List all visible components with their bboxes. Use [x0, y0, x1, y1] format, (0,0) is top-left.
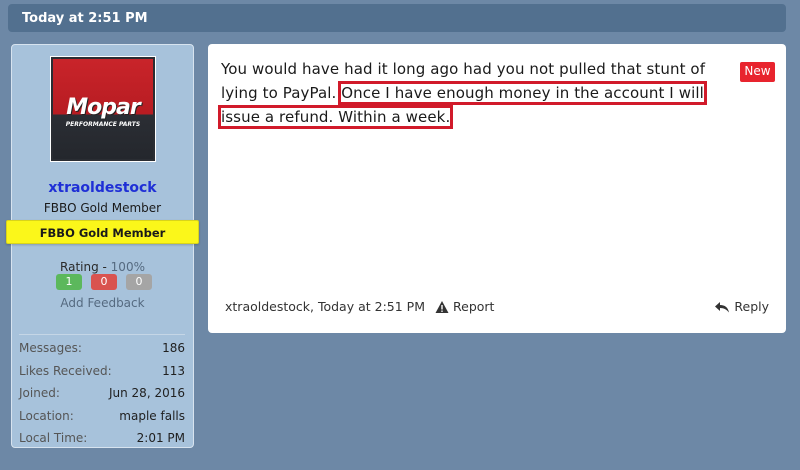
stat-key: Location:	[19, 408, 74, 423]
stat-value: 186	[162, 341, 185, 355]
post-footer-left: xtraoldestock, Today at 2:51 PM Report	[225, 299, 494, 314]
highlighted-text-1: Once I have enough money in the account …	[338, 81, 707, 105]
avatar-logo-text: Mopar	[66, 95, 140, 120]
post-message-box: You would have had it long ago had you n…	[208, 44, 786, 333]
user-banner: FBBO Gold Member	[6, 220, 199, 244]
stat-row-location: Location: maple falls	[19, 405, 185, 428]
reply-button[interactable]: Reply	[714, 299, 769, 314]
report-label: Report	[453, 299, 495, 314]
stat-value: maple falls	[119, 408, 185, 423]
avatar-logo-subtext: PERFORMANCE PARTS	[65, 121, 141, 128]
username-link[interactable]: xtraoldestock	[12, 180, 193, 196]
rating-percent[interactable]: 100%	[111, 260, 145, 274]
neutral-rating-badge[interactable]: 0	[126, 274, 152, 290]
negative-rating-badge[interactable]: 0	[91, 274, 117, 290]
rating-line: Rating - 100%	[12, 260, 193, 274]
post-author-time-link[interactable]: xtraoldestock, Today at 2:51 PM	[225, 299, 425, 314]
stat-key: Joined:	[19, 386, 60, 400]
user-stats: Messages: 186 Likes Received: 113 Joined…	[19, 334, 185, 450]
reply-arrow-icon	[715, 301, 730, 312]
stat-value: Jun 28, 2016	[108, 386, 185, 400]
report-button[interactable]: Report	[435, 299, 494, 314]
stat-row-messages: Messages: 186	[19, 337, 185, 360]
stat-key: Messages:	[19, 341, 82, 355]
stat-row-likes: Likes Received: 113	[19, 360, 185, 383]
highlighted-text-2: issue a refund. Within a week.	[217, 105, 454, 129]
new-post-badge: New	[740, 62, 775, 82]
reply-label: Reply	[734, 299, 769, 314]
post-date-label: Today at 2:51 PM	[22, 11, 148, 26]
user-info-sidebar: Mopar PERFORMANCE PARTS xtraoldestock FB…	[6, 44, 199, 450]
user-avatar[interactable]: Mopar PERFORMANCE PARTS	[50, 56, 156, 162]
user-title: FBBO Gold Member	[43, 201, 162, 215]
post-date-bar: Today at 2:51 PM	[8, 4, 786, 32]
stat-value: 2:01 PM	[136, 431, 185, 445]
stat-key: Local Time:	[19, 431, 88, 445]
positive-rating-badge[interactable]: 1	[56, 274, 82, 290]
stat-row-joined: Joined: Jun 28, 2016	[19, 382, 185, 405]
add-feedback-link[interactable]: Add Feedback	[12, 296, 193, 310]
stat-value: 113	[162, 363, 185, 378]
post-message-text: You would have had it long ago had you n…	[217, 57, 736, 129]
stat-key: Likes Received:	[19, 363, 112, 378]
rating-badges: 1 0 0	[52, 274, 156, 292]
warning-triangle-icon	[435, 300, 449, 313]
stat-row-local-time: Local Time: 2:01 PM	[19, 427, 185, 450]
rating-label: Rating -	[60, 260, 111, 274]
post-footer: xtraoldestock, Today at 2:51 PM Report R…	[225, 299, 769, 314]
